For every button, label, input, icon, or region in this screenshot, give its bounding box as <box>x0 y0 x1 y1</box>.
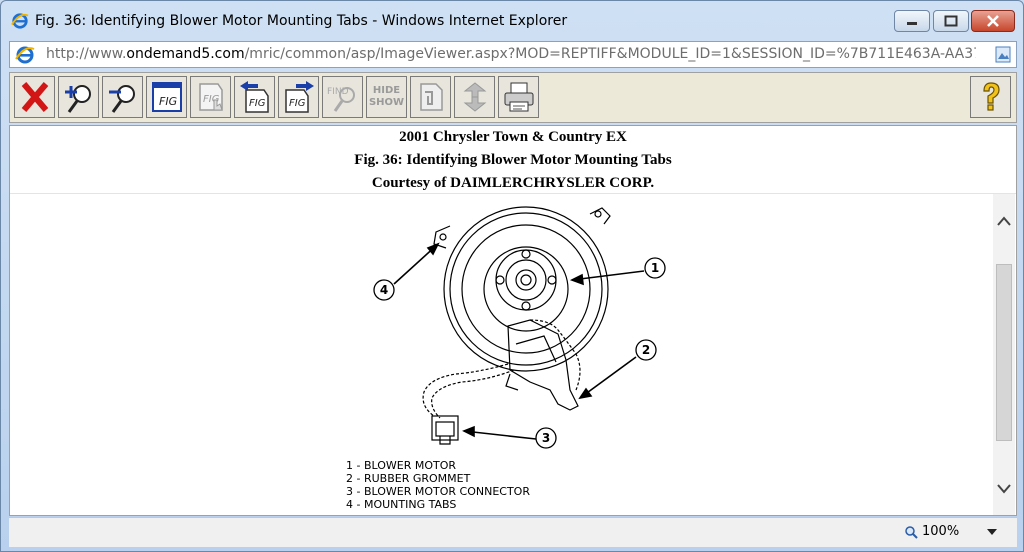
fig-label-4: FIG <box>289 98 306 109</box>
viewer-toolbar: FIG FIG FIG FIG FIND HIDE SHOW <box>9 72 1017 123</box>
legend-item: 3 - BLOWER MOTOR CONNECTOR <box>346 485 530 498</box>
address-bar[interactable]: http://www.ondemand5.com/mric/common/asp… <box>9 41 1017 68</box>
zoom-magnifier-icon <box>905 525 918 539</box>
document-button[interactable] <box>410 76 451 118</box>
title-bar: Fig. 36: Identifying Blower Motor Mounti… <box>1 1 1023 41</box>
page-image-icon <box>995 46 1011 63</box>
caret-down-icon[interactable] <box>977 527 999 537</box>
close-icon <box>987 15 999 27</box>
vertical-scrollbar[interactable] <box>993 194 1015 515</box>
browser-window: Fig. 36: Identifying Blower Motor Mounti… <box>0 0 1024 552</box>
zoom-out-icon <box>108 85 135 113</box>
hide-label: HIDE <box>372 85 401 96</box>
zoom-control[interactable]: 100% <box>904 524 999 539</box>
scrollbar-thumb[interactable] <box>996 264 1012 441</box>
document-icon <box>419 83 443 111</box>
maximize-icon <box>944 15 958 27</box>
document-header: 2001 Chrysler Town & Country EX Fig. 36:… <box>10 126 1016 194</box>
help-button[interactable] <box>970 76 1011 118</box>
legend-item: 4 - MOUNTING TABS <box>346 498 457 511</box>
ie-logo-icon <box>11 13 29 29</box>
callout-1: 1 <box>651 261 659 275</box>
maximize-button[interactable] <box>933 10 969 32</box>
refresh-icon <box>463 82 486 112</box>
hide-show-button[interactable]: HIDE SHOW <box>366 76 407 118</box>
minimize-icon <box>907 22 917 25</box>
figure-area: 1 2 3 4 1 - BLOWER MOTOR 2 - RUBBER GROM… <box>10 194 990 515</box>
refresh-button[interactable] <box>454 76 495 118</box>
print-button[interactable] <box>498 76 539 118</box>
vehicle-title: 2001 Chrysler Town & Country EX <box>399 129 627 145</box>
courtesy-line: Courtesy of DAIMLERCHRYSLER CORP. <box>371 175 655 191</box>
viewer-content: 2001 Chrysler Town & Country EX Fig. 36:… <box>9 125 1017 516</box>
previous-figure-icon: FIG <box>239 81 269 113</box>
fig-label-3: FIG <box>249 98 266 109</box>
minimize-button[interactable] <box>894 10 930 32</box>
fig-hand-icon: FIG <box>198 83 223 111</box>
callout-3: 3 <box>542 431 550 445</box>
window-title: Fig. 36: Identifying Blower Motor Mounti… <box>35 13 568 29</box>
next-figure-icon: FIG <box>284 81 314 113</box>
chevron-down-icon[interactable] <box>996 480 1012 496</box>
legend-item: 2 - RUBBER GROMMET <box>346 472 471 485</box>
callout-2: 2 <box>642 343 650 357</box>
callout-4: 4 <box>380 283 388 297</box>
find-magnifier-icon: FIND <box>327 87 355 112</box>
red-x-icon <box>21 82 48 112</box>
status-bar: 100% <box>9 517 1017 547</box>
figure-legend: 1 - BLOWER MOTOR 2 - RUBBER GROMMET 3 - … <box>346 459 530 511</box>
previous-figure-button[interactable]: FIG <box>234 76 275 118</box>
url-domain: ondemand5.com <box>126 46 245 62</box>
zoom-level: 100% <box>922 524 960 539</box>
chevron-up-icon[interactable] <box>996 214 1012 230</box>
zoom-out-button[interactable] <box>102 76 143 118</box>
legend-item: 1 - BLOWER MOTOR <box>346 459 457 472</box>
fig-window-icon: FIG <box>151 82 182 112</box>
next-figure-button[interactable]: FIG <box>278 76 319 118</box>
close-window-button[interactable] <box>971 10 1015 32</box>
zoom-in-icon <box>64 85 91 113</box>
exit-button[interactable] <box>14 76 55 118</box>
ie-page-icon <box>15 46 35 64</box>
find-button[interactable]: FIND <box>322 76 363 118</box>
pan-figure-button[interactable]: FIG <box>190 76 231 118</box>
zoom-in-button[interactable] <box>58 76 99 118</box>
show-label: SHOW <box>368 97 405 108</box>
url-text: http://www.ondemand5.com/mric/common/asp… <box>46 46 976 62</box>
help-question-icon <box>982 82 1000 111</box>
printer-icon <box>504 82 533 112</box>
figure-title: Fig. 36: Identifying Blower Motor Mounti… <box>354 152 672 168</box>
fit-figure-button[interactable]: FIG <box>146 76 187 118</box>
fig-label-1: FIG <box>159 95 177 108</box>
url-prefix: http://www. <box>46 46 127 62</box>
url-path: /mric/common/asp/ImageViewer.aspx?MOD=RE… <box>244 46 976 62</box>
